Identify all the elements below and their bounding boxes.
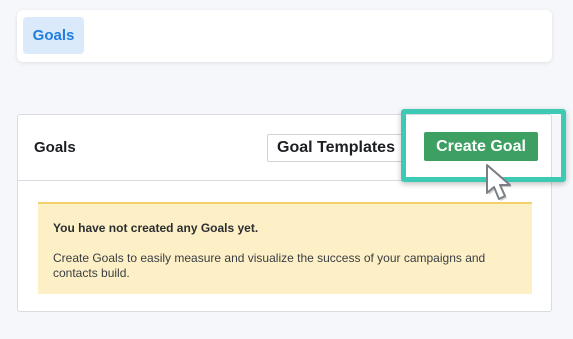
notice-title: You have not created any Goals yet. xyxy=(53,221,259,235)
notice-body: Create Goals to easily measure and visua… xyxy=(53,251,486,280)
create-goal-button[interactable]: Create Goal xyxy=(424,132,538,161)
goals-panel-title: Goals xyxy=(34,139,76,156)
mouse-pointer-icon xyxy=(486,164,512,201)
tabs-bar: Goals xyxy=(17,10,552,62)
empty-goals-notice: You have not created any Goals yet. Crea… xyxy=(38,202,532,294)
tab-goals[interactable]: Goals xyxy=(23,17,84,54)
goal-templates-button[interactable]: Goal Templates xyxy=(267,134,405,162)
